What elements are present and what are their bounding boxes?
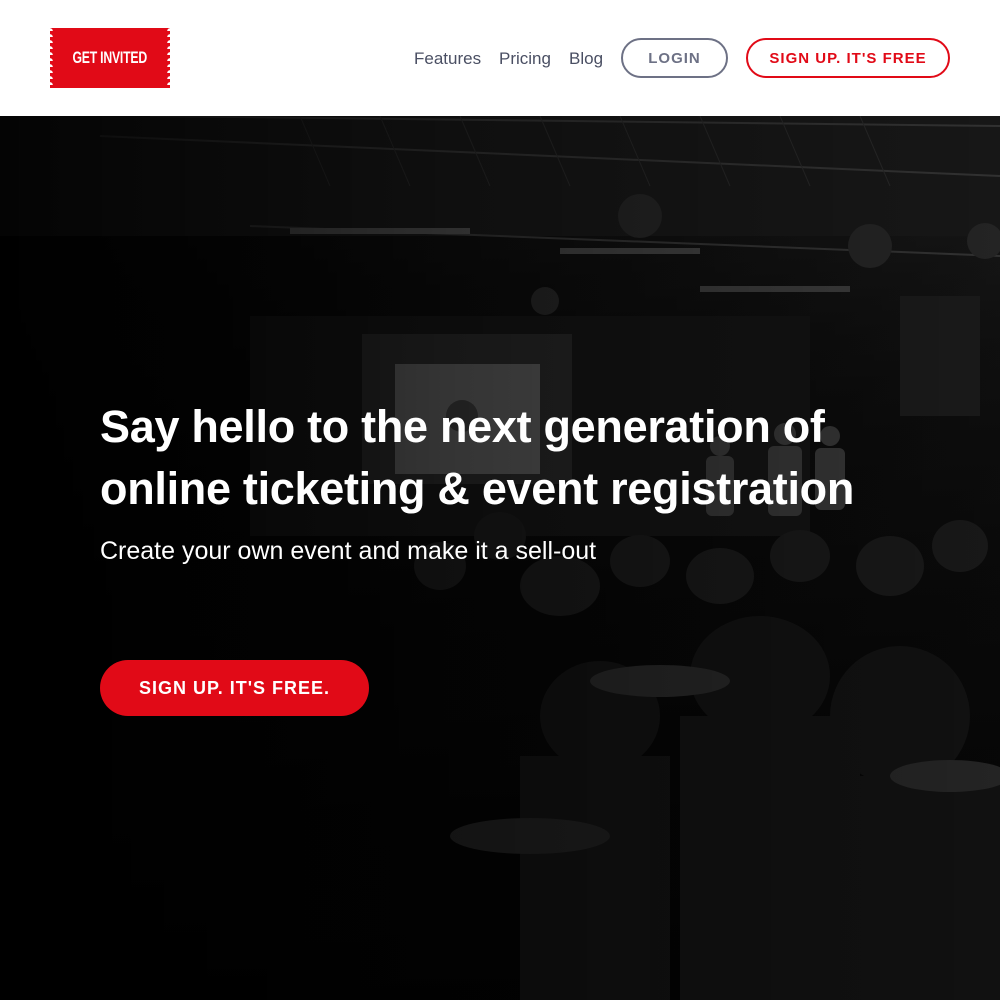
site-header: GET INVITED Features Pricing Blog LOGIN … [0, 0, 1000, 116]
header-signup-button[interactable]: SIGN UP. IT'S FREE [746, 38, 950, 78]
login-button[interactable]: LOGIN [621, 38, 728, 78]
logo-text: GET INVITED [72, 48, 148, 67]
hero-content: Say hello to the next generation of onli… [100, 396, 920, 568]
nav-link-blog[interactable]: Blog [569, 49, 603, 69]
hero-headline: Say hello to the next generation of onli… [100, 401, 855, 514]
hero-section: Say hello to the next generation of onli… [0, 116, 1000, 1000]
nav-link-pricing[interactable]: Pricing [499, 49, 551, 69]
get-invited-logo[interactable]: GET INVITED [50, 28, 170, 88]
nav-link-features[interactable]: Features [414, 49, 481, 69]
hero-subheadline: Create your own event and make it a sell… [100, 537, 597, 565]
hero-signup-button[interactable]: SIGN UP. IT'S FREE. [100, 660, 369, 716]
